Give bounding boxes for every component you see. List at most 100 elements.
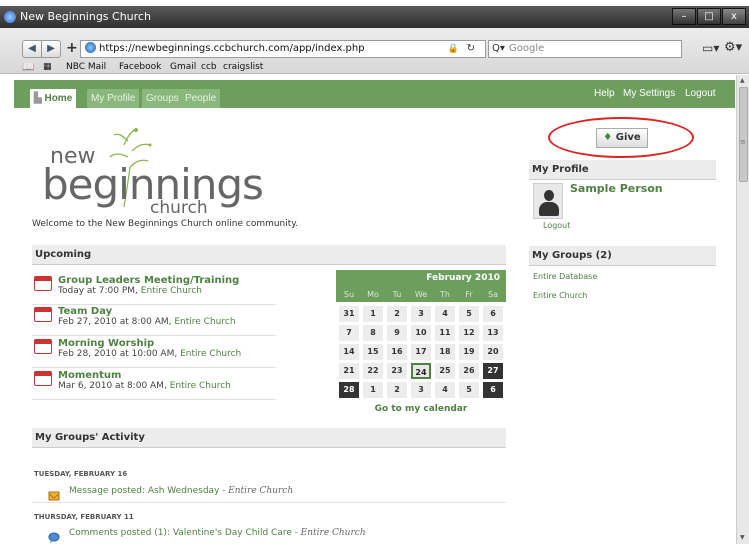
profile-logout-link[interactable]: Logout [543,221,570,230]
tab-my-profile[interactable]: My Profile [87,89,140,108]
calendar-day[interactable]: 16 [387,344,407,360]
event-title[interactable]: Morning Worship [58,338,154,349]
calendar-day[interactable]: 4 [435,382,455,398]
bookmark-link[interactable]: Facebook [119,62,161,72]
event-when: Feb 28, 2010 at 10:00 AM, [58,349,181,359]
event-group-link[interactable]: Entire Church [180,349,241,359]
tab-people[interactable]: People [181,89,221,108]
calendar-day[interactable]: 2 [387,382,407,398]
scroll-up-icon[interactable]: ▲ [740,77,745,84]
calendar-day[interactable]: 19 [459,344,479,360]
event-item[interactable]: Momentum Mar 6, 2010 at 8:00 AM, Entire … [32,370,276,400]
day-of-week-label: Su [338,288,360,302]
site-nav-bar: ▙ Home My Profile Groups People Help My … [14,80,735,108]
calendar-day[interactable]: 17 [411,344,431,360]
event-item[interactable]: Morning Worship Feb 28, 2010 at 10:00 AM… [32,338,276,368]
calendar-day[interactable]: 24 [411,363,431,379]
event-group-link[interactable]: Entire Church [170,381,231,391]
event-group-link[interactable]: Entire Church [174,317,235,327]
activity-day-label: THURSDAY, FEBRUARY 11 [34,513,134,521]
vertical-scrollbar[interactable]: ▲ ≡ ▼ [736,75,749,544]
highlight-circle [548,117,694,158]
group-link[interactable]: Entire Church [533,291,587,300]
calendar-day[interactable]: 21 [339,363,359,379]
logo-church: church [150,198,208,217]
event-title[interactable]: Group Leaders Meeting/Training [58,275,239,286]
scroll-thumb[interactable] [739,87,748,182]
calendar-day[interactable]: 20 [483,344,503,360]
calendar-day[interactable]: 7 [339,325,359,341]
comment-icon [48,529,60,543]
help-link[interactable]: Help [594,88,615,99]
grid-icon[interactable]: ▦ [43,62,52,72]
minimize-button[interactable]: – [672,8,696,25]
calendar-day[interactable]: 1 [363,382,383,398]
calendar-day[interactable]: 13 [483,325,503,341]
bookmark-link[interactable]: Gmail [170,62,196,72]
back-button[interactable]: ◀ [22,40,42,58]
calendar-day[interactable]: 2 [387,306,407,322]
group-link[interactable]: Entire Database [533,272,597,281]
event-title[interactable]: Team Day [58,306,112,317]
forward-button[interactable]: ▶ [41,40,61,58]
event-title[interactable]: Momentum [58,370,121,381]
mini-calendar: February 2010 Su Mo Tu We Th Fr Sa 31 1 2 3 4 5 6 7 8 9… [336,270,506,420]
event-item[interactable]: Team Day Feb 27, 2010 at 8:00 AM, Entire… [32,306,276,336]
bookmark-link[interactable]: NBC Mail [66,62,106,72]
event-date: Mar 6, 2010 at 8:00 AM, Entire Church [58,381,231,391]
calendar-day[interactable]: 8 [363,325,383,341]
search-engine-icon[interactable]: Q▾ [492,41,505,57]
open-book-icon[interactable]: 📖 [22,62,34,73]
bookmark-link[interactable]: craigslist [223,62,263,72]
calendar-day[interactable]: 15 [363,344,383,360]
calendar-day[interactable]: 25 [435,363,455,379]
day-of-week-label: Mo [362,288,384,302]
calendar-day[interactable]: 11 [435,325,455,341]
calendar-day[interactable]: 4 [435,306,455,322]
calendar-day[interactable]: 27 [483,363,503,379]
activity-link[interactable]: Message posted: Ash Wednesday [69,486,219,496]
calendar-month[interactable]: February 2010 [336,270,506,286]
calendar-day[interactable]: 3 [411,306,431,322]
activity-link[interactable]: Comments posted (1): Valentine's Day Chi… [69,528,292,538]
calendar-day[interactable]: 6 [483,382,503,398]
logout-link[interactable]: Logout [685,88,716,99]
calendar-day[interactable]: 5 [459,382,479,398]
maximize-button[interactable]: □ [697,8,721,25]
calendar-day[interactable]: 1 [363,306,383,322]
go-to-calendar-link[interactable]: Go to my calendar [336,404,506,414]
tab-home[interactable]: ▙ Home [30,89,77,108]
activity-item[interactable]: Message posted: Ash Wednesday - Entire C… [69,486,293,496]
gear-icon[interactable]: ⚙▾ [724,40,742,55]
calendar-day[interactable]: 3 [411,382,431,398]
add-bookmark-icon[interactable]: + [66,40,78,56]
avatar[interactable] [533,183,563,219]
close-window-button[interactable]: x [722,8,746,25]
profile-name[interactable]: Sample Person [570,182,663,195]
bookmark-link[interactable]: ccb [201,62,217,72]
my-settings-link[interactable]: My Settings [623,88,675,99]
my-profile-heading: My Profile [529,160,716,180]
calendar-day[interactable]: 5 [459,306,479,322]
search-input[interactable]: Q▾ Google [488,40,682,58]
calendar-day[interactable]: 26 [459,363,479,379]
day-of-week-label: We [410,288,432,302]
reload-icon[interactable]: ↻ [467,41,475,57]
event-group-link[interactable]: Entire Church [141,286,202,296]
calendar-day[interactable]: 12 [459,325,479,341]
calendar-day[interactable]: 9 [387,325,407,341]
tab-groups[interactable]: Groups [142,89,183,108]
calendar-day[interactable]: 22 [363,363,383,379]
calendar-day[interactable]: 18 [435,344,455,360]
calendar-day[interactable]: 6 [483,306,503,322]
calendar-day[interactable]: 10 [411,325,431,341]
event-item[interactable]: Group Leaders Meeting/Training Today at … [32,275,276,305]
address-bar[interactable]: https://newbeginnings.ccbchurch.com/app/… [80,40,486,58]
calendar-day[interactable]: 31 [339,306,359,322]
calendar-day[interactable]: 28 [339,382,359,398]
calendar-day[interactable]: 14 [339,344,359,360]
scroll-down-icon[interactable]: ▼ [740,534,745,541]
calendar-day[interactable]: 23 [387,363,407,379]
activity-item[interactable]: Comments posted (1): Valentine's Day Chi… [69,528,366,538]
page-menu-icon[interactable]: ▭▾ [702,41,719,55]
